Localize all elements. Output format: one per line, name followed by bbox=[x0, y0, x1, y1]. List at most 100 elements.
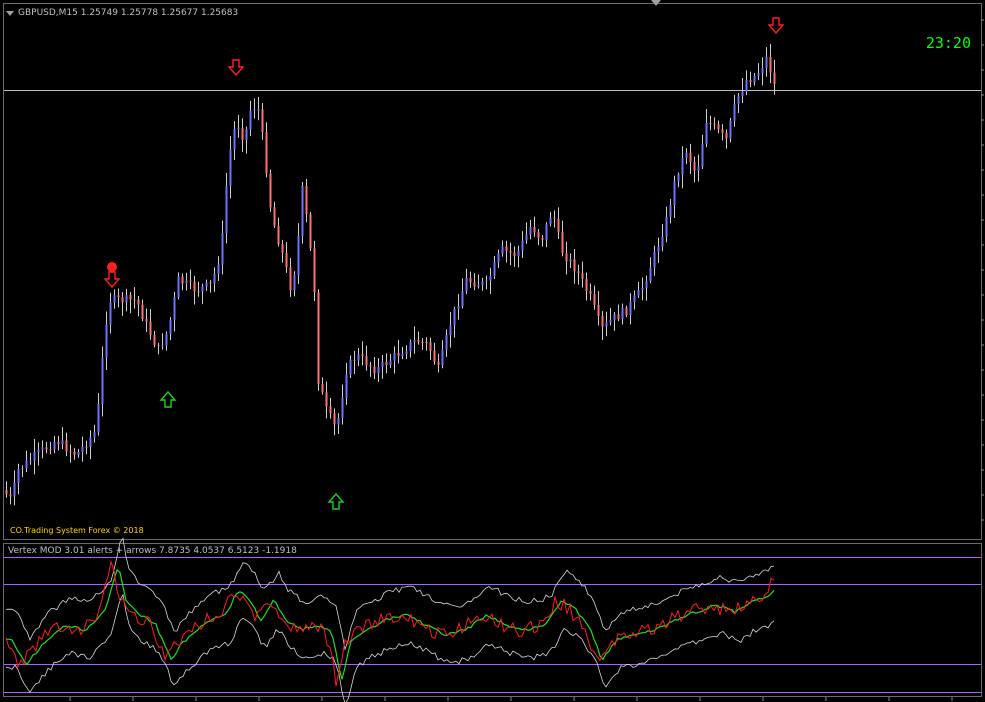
candle-body bbox=[49, 449, 52, 451]
candle-body bbox=[533, 226, 536, 233]
candle-body bbox=[397, 352, 400, 357]
candle-body bbox=[53, 441, 56, 450]
candle-body bbox=[713, 123, 716, 125]
candle-body bbox=[745, 80, 748, 92]
candle-body bbox=[17, 469, 20, 483]
candle-body bbox=[385, 361, 388, 365]
candle-body bbox=[209, 282, 212, 284]
candle-body bbox=[553, 217, 556, 219]
candle-body bbox=[525, 234, 528, 241]
candle-body bbox=[217, 264, 220, 274]
candle-body bbox=[93, 432, 96, 438]
candle-body bbox=[141, 304, 144, 319]
candle-body bbox=[617, 314, 620, 320]
candle-body bbox=[389, 360, 392, 365]
candle-body bbox=[169, 319, 172, 334]
candle-body bbox=[773, 72, 776, 84]
candle-body bbox=[453, 308, 456, 326]
candle-body bbox=[693, 162, 696, 171]
candle-body bbox=[37, 449, 40, 453]
candle-body bbox=[97, 404, 100, 433]
candle-body bbox=[717, 124, 720, 130]
candle-body bbox=[569, 259, 572, 262]
candle-body bbox=[589, 290, 592, 294]
candle-body bbox=[409, 341, 412, 352]
candle-body bbox=[353, 359, 356, 361]
candle-body bbox=[517, 250, 520, 257]
candle-body bbox=[77, 452, 80, 456]
price-panel[interactable] bbox=[3, 3, 982, 540]
candle-body bbox=[701, 143, 704, 167]
candle-body bbox=[709, 122, 712, 124]
candle-body bbox=[57, 441, 60, 445]
candle-body bbox=[189, 280, 192, 282]
candle-body bbox=[325, 392, 328, 407]
candle-body bbox=[357, 354, 360, 361]
candle-body bbox=[165, 333, 168, 346]
candle-body bbox=[113, 295, 116, 303]
candle-body bbox=[273, 207, 276, 226]
candle-body bbox=[345, 374, 348, 398]
candle-body bbox=[65, 440, 68, 452]
candle-body bbox=[505, 246, 508, 251]
candle-body bbox=[757, 73, 760, 76]
chart-menu-icon[interactable] bbox=[6, 11, 14, 16]
down-arrow-icon bbox=[103, 271, 121, 289]
candle-body bbox=[61, 440, 64, 445]
candle-body bbox=[257, 109, 260, 111]
collapse-toggle-icon[interactable] bbox=[651, 0, 661, 6]
candle-body bbox=[573, 259, 576, 272]
candle-body bbox=[613, 314, 616, 320]
candle-body bbox=[117, 295, 120, 298]
candle-body bbox=[585, 278, 588, 291]
candle-body bbox=[9, 494, 12, 497]
candle-body bbox=[417, 339, 420, 342]
symbol-info: GBPUSD,M15 1.25749 1.25778 1.25677 1.256… bbox=[18, 8, 239, 18]
candle-body bbox=[101, 357, 104, 405]
candle-body bbox=[181, 276, 184, 284]
candle-body bbox=[413, 339, 416, 342]
candle-body bbox=[521, 240, 524, 251]
candle-body bbox=[157, 344, 160, 346]
up-arrow-icon bbox=[159, 390, 177, 408]
candle-body bbox=[265, 132, 268, 174]
candle-body bbox=[601, 316, 604, 327]
candle-body bbox=[81, 446, 84, 453]
candle-body bbox=[241, 127, 244, 140]
candle-body bbox=[765, 56, 768, 68]
candle-body bbox=[445, 335, 448, 350]
candle-body bbox=[557, 218, 560, 232]
candle-body bbox=[153, 334, 156, 345]
candle-body bbox=[133, 299, 136, 301]
candle-timer: 23:20 bbox=[925, 34, 971, 52]
candle-body bbox=[681, 158, 684, 175]
candle-body bbox=[749, 80, 752, 83]
candle-body bbox=[349, 359, 352, 375]
candle-body bbox=[293, 275, 296, 291]
candle-body bbox=[421, 341, 424, 343]
candle-body bbox=[669, 204, 672, 217]
candle-body bbox=[665, 216, 668, 237]
chart-canvas[interactable] bbox=[0, 0, 985, 702]
candle-body bbox=[729, 120, 732, 139]
candle-body bbox=[577, 271, 580, 274]
candle-body bbox=[337, 417, 340, 425]
candle-body bbox=[733, 103, 736, 121]
candle-body bbox=[405, 351, 408, 355]
candle-body bbox=[149, 321, 152, 335]
candle-body bbox=[361, 354, 364, 357]
candle-body bbox=[317, 292, 320, 385]
candle-body bbox=[313, 248, 316, 293]
candle-body bbox=[457, 306, 460, 309]
candle-body bbox=[657, 246, 660, 252]
candle-body bbox=[285, 252, 288, 268]
candle-body bbox=[753, 75, 756, 83]
candle-body bbox=[621, 307, 624, 320]
candle-body bbox=[633, 295, 636, 302]
candle-body bbox=[301, 185, 304, 236]
candle-body bbox=[41, 447, 44, 450]
candle-body bbox=[109, 302, 112, 325]
candle-body bbox=[609, 319, 612, 323]
signals-layer bbox=[103, 17, 785, 510]
oscillator-lines bbox=[5, 537, 775, 702]
